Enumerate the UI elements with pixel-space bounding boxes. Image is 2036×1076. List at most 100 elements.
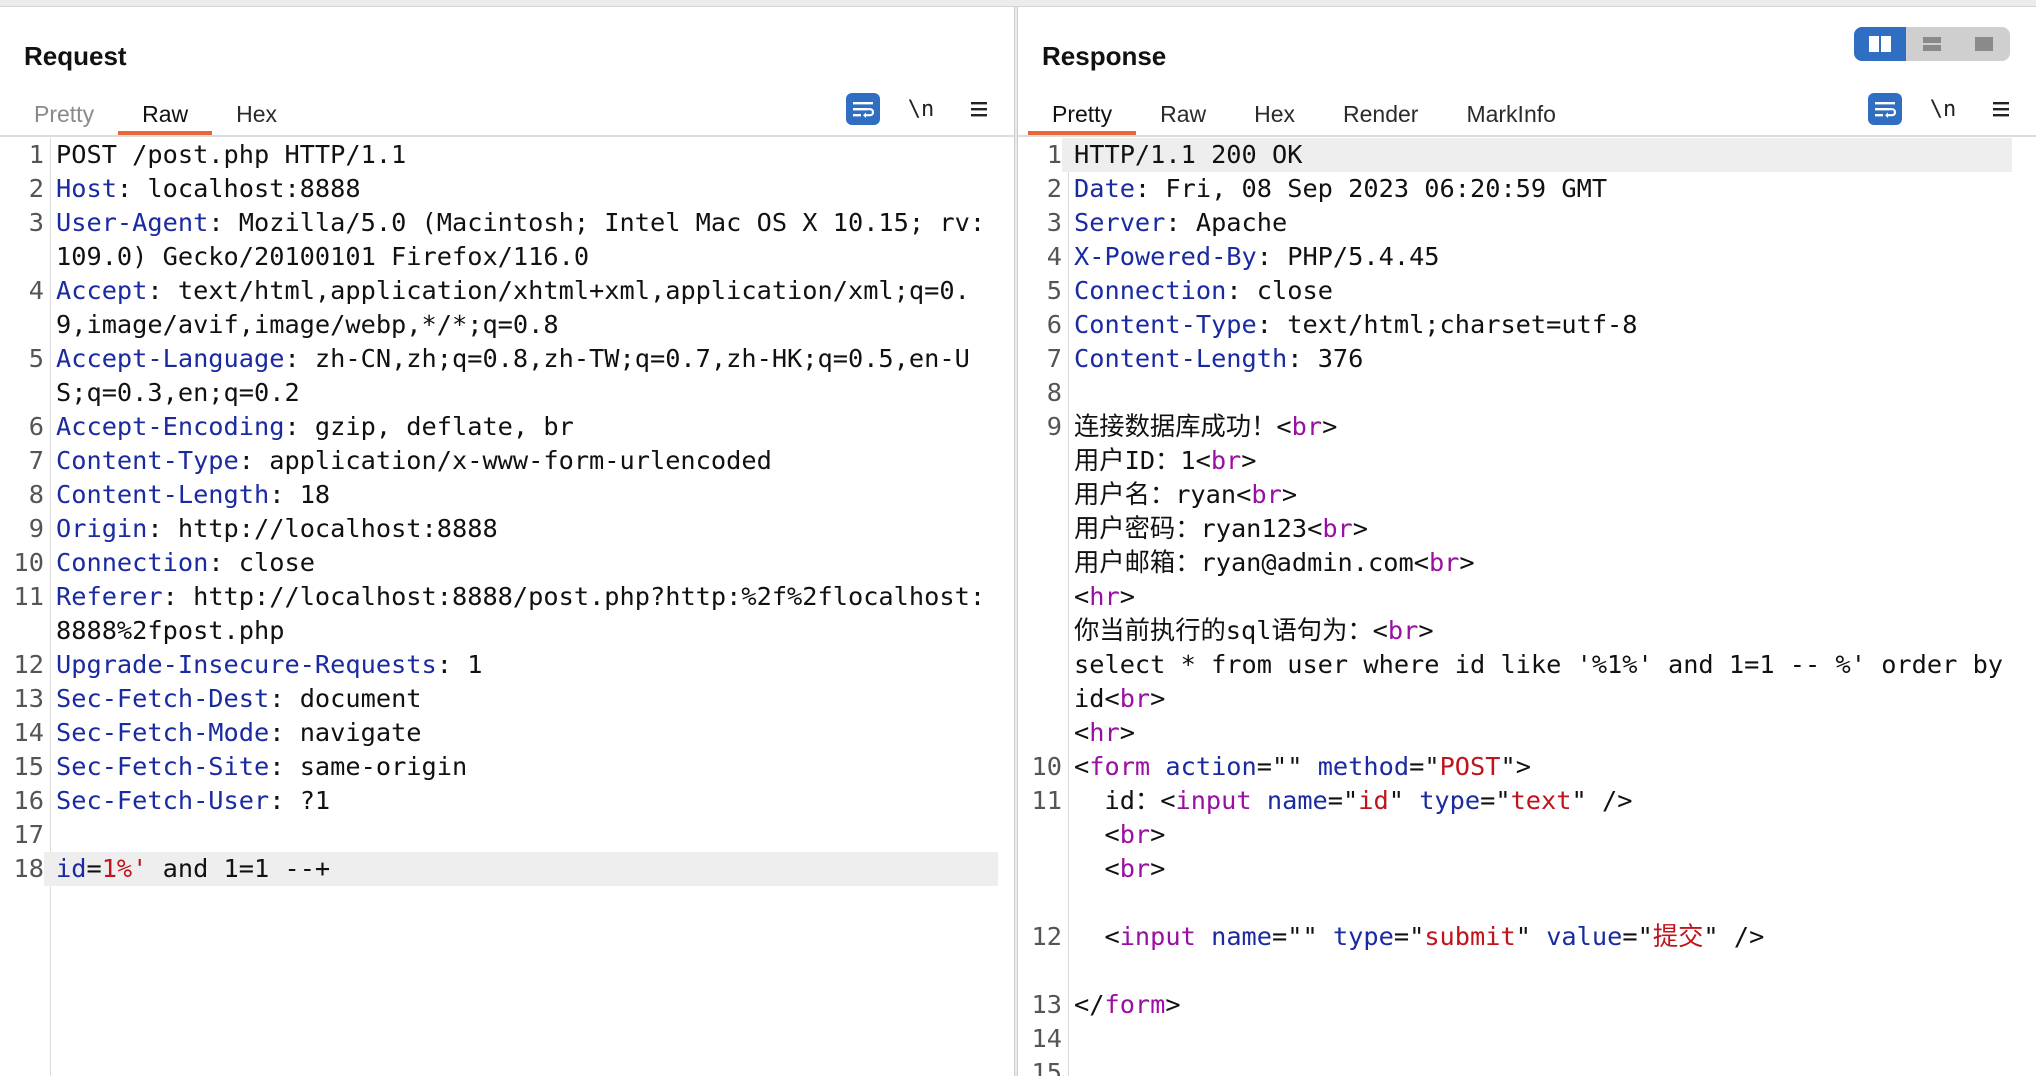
horizontal-view-icon[interactable]	[1906, 27, 1958, 61]
code-line: 10 <form action="" method="POST">	[1018, 750, 2012, 784]
header-value: : 1	[436, 650, 483, 679]
line-number: 7	[1046, 344, 1062, 373]
menu-icon[interactable]	[1984, 93, 2018, 125]
code-token: form	[1104, 990, 1166, 1019]
tab-render[interactable]: Render	[1319, 89, 1442, 135]
split-view-icon[interactable]	[1854, 27, 1906, 61]
code-line: 5 Accept-Language: zh-CN,zh;q=0.8,zh-TW;q…	[0, 342, 998, 410]
code-token: br	[1119, 820, 1151, 849]
code-token: 提交	[1652, 922, 1704, 951]
line-number: 11	[13, 582, 44, 611]
single-view-icon[interactable]	[1958, 27, 2010, 61]
code-line: 4 X-Powered-By: PHP/5.4.45	[1018, 240, 2012, 274]
code-token: "	[1515, 922, 1547, 951]
code-token: id：<	[1074, 786, 1176, 815]
code-line: 14 Sec-Fetch-Mode: navigate	[0, 716, 998, 750]
newline-toggle-button[interactable]: \n	[904, 93, 938, 125]
tab-pretty[interactable]: Pretty	[1028, 89, 1137, 135]
request-editor[interactable]: 1 POST /post.php HTTP/1.1 2 Host: localhost…	[0, 138, 1014, 1076]
code-token: ">	[1500, 752, 1531, 781]
code-text: ​	[1062, 376, 2012, 410]
code-text: 用户密码：ryan123<br>	[1062, 512, 2012, 546]
code-line: 1 HTTP/1.1 200 OK	[1018, 138, 2012, 172]
wrap-lines-icon[interactable]	[846, 93, 880, 125]
header-value: : document	[269, 684, 422, 713]
code-token: hr	[1089, 718, 1120, 747]
code-line: <br>	[1018, 818, 2012, 852]
code-text: Sec-Fetch-Dest: document	[44, 682, 998, 716]
code-text: ​	[1062, 886, 2012, 920]
line-number: 6	[1046, 310, 1062, 339]
line-number: 5	[1046, 276, 1062, 305]
line-number: 8	[28, 480, 44, 509]
tab-raw[interactable]: Raw	[1136, 89, 1230, 135]
tab-pretty[interactable]: Pretty	[10, 89, 118, 135]
code-text: 用户ID：1<br>	[1062, 444, 2012, 478]
code-text: Connection: close	[44, 546, 998, 580]
header-value: : Apache	[1165, 208, 1288, 237]
wrap-lines-icon[interactable]	[1868, 93, 1902, 125]
code-line: 4 Accept: text/html,application/xhtml+xml…	[0, 274, 998, 342]
response-tabs-divider	[1018, 135, 2036, 137]
header-value: : gzip, deflate, br	[284, 412, 574, 441]
code-text: Host: localhost:8888	[44, 172, 998, 206]
code-token: 1%'	[101, 854, 148, 883]
code-token: >	[1119, 718, 1135, 747]
code-text: id：<input name="id" type="text" />	[1062, 784, 2012, 818]
tab-raw[interactable]: Raw	[118, 89, 213, 135]
newline-toggle-button[interactable]: \n	[1926, 93, 1960, 125]
header-value: : 376	[1287, 344, 1364, 373]
code-text: Server: Apache	[1062, 206, 2012, 240]
code-token: method	[1317, 752, 1410, 781]
code-text: Content-Length: 18	[44, 478, 998, 512]
line-number: 15	[1031, 1058, 1062, 1076]
code-token: =""	[1272, 922, 1333, 951]
tab-markinfo[interactable]: MarkInfo	[1442, 89, 1579, 135]
code-line: <br>	[1018, 852, 2012, 886]
code-line: 11 id：<input name="id" type="text" />	[1018, 784, 2012, 818]
header-name: Host	[56, 174, 117, 203]
code-line: 6 Content-Type: text/html;charset=utf-8	[1018, 308, 2012, 342]
response-toolbar: \n	[1868, 93, 2018, 125]
response-editor[interactable]: 1 HTTP/1.1 200 OK 2 Date: Fri, 08 Sep 2023 …	[1018, 138, 2036, 1076]
code-line: select * from user where id like '%1%' a…	[1018, 648, 2012, 716]
code-token: >	[1119, 582, 1135, 611]
code-line: ​	[1018, 954, 2012, 988]
menu-icon[interactable]	[962, 93, 996, 125]
code-line: 7 Content-Type: application/x-www-form-ur…	[0, 444, 998, 478]
code-token: br	[1291, 412, 1323, 441]
tab-hex[interactable]: Hex	[1230, 89, 1319, 135]
code-token: 用户密码：ryan123<	[1074, 514, 1323, 543]
code-text: Content-Length: 376	[1062, 342, 2012, 376]
request-tabs-divider	[0, 135, 1014, 137]
code-token: " />	[1571, 786, 1633, 815]
header-value: : 18	[269, 480, 331, 509]
code-line: 14​	[1018, 1022, 2012, 1056]
code-text: Accept-Language: zh-CN,zh;q=0.8,zh-TW;q=…	[44, 342, 998, 410]
line-number: 4	[1046, 242, 1062, 271]
line-number: 2	[1046, 174, 1062, 203]
code-line: 8​	[1018, 376, 2012, 410]
request-title: Request	[24, 41, 127, 71]
header-name: Connection	[56, 548, 209, 577]
code-token: 用户邮箱：ryan@admin.com<	[1074, 548, 1429, 577]
code-token: br	[1428, 548, 1460, 577]
code-token: >	[1418, 616, 1434, 645]
tab-hex[interactable]: Hex	[212, 89, 301, 135]
code-token: =""	[1256, 752, 1318, 781]
header-value: : Fri, 08 Sep 2023 06:20:59 GMT	[1134, 174, 1608, 203]
header-name: Origin	[56, 514, 148, 543]
line-number: 10	[13, 548, 44, 577]
header-name: Sec-Fetch-Dest	[56, 684, 270, 713]
code-line: 13 </form>	[1018, 988, 2012, 1022]
code-token: 你当前执行的sql语句为：<	[1074, 616, 1388, 645]
line-number: 6	[28, 412, 44, 441]
code-line: 3 Server: Apache	[1018, 206, 2012, 240]
code-text: Referer: http://localhost:8888/post.php?…	[44, 580, 998, 648]
code-token: br	[1210, 446, 1242, 475]
code-line: 9 连接数据库成功！<br>	[1018, 410, 2012, 444]
code-token: ="	[1393, 922, 1425, 951]
line-number: 14	[1031, 1024, 1062, 1053]
